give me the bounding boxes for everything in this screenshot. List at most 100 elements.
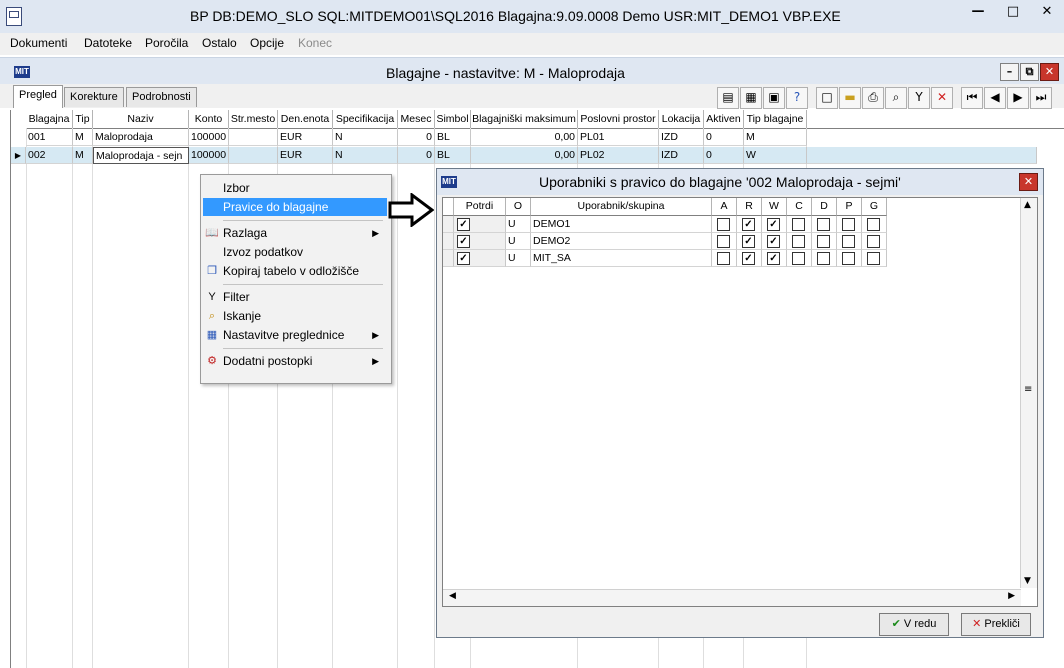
col-r[interactable]: R — [737, 198, 762, 216]
perm-r-checkbox[interactable]: ✓ — [742, 252, 755, 265]
scroll-down-icon[interactable]: ▼ — [1024, 576, 1031, 586]
menu-opcije[interactable]: Opcije — [250, 36, 284, 50]
perm-cell[interactable] — [837, 216, 862, 233]
perm-a-checkbox[interactable] — [717, 235, 730, 248]
col-lokacija[interactable]: Lokacija — [659, 110, 704, 129]
menu-item-filter[interactable]: Y Filter — [203, 288, 387, 306]
table-row-1-naziv[interactable]: Maloprodaja — [93, 129, 189, 146]
perm-cell[interactable] — [787, 216, 812, 233]
new-document-icon[interactable]: □ — [816, 87, 838, 109]
col-blagajniski-maksimum[interactable]: Blagajniški maksimum — [471, 110, 578, 129]
table-row-1-aktiven[interactable]: 0 — [704, 129, 744, 146]
col-w[interactable]: W — [762, 198, 787, 216]
print-icon[interactable]: ⎙ — [862, 87, 884, 109]
table-row-2-den-enota[interactable]: EUR — [278, 147, 333, 164]
maximize-button[interactable]: □ — [996, 3, 1030, 21]
open-folder-icon[interactable]: ▬ — [839, 87, 861, 109]
scroll-thumb-icon[interactable]: ≡ — [1024, 384, 1032, 395]
menu-dokumenti[interactable]: Dokumenti — [10, 36, 67, 50]
last-record-icon[interactable]: ⏭ — [1030, 87, 1052, 109]
col-tip-blagajne[interactable]: Tip blagajne — [744, 110, 807, 129]
table-row-1-tip[interactable]: M — [73, 129, 93, 146]
document-list-icon[interactable]: ▤ — [717, 87, 739, 109]
perm-p-checkbox[interactable] — [842, 252, 855, 265]
perm-c-checkbox[interactable] — [792, 235, 805, 248]
delete-icon[interactable]: ✕ — [931, 87, 953, 109]
table-row-1-den-enota[interactable]: EUR — [278, 129, 333, 146]
chart-icon[interactable]: ▦ — [740, 87, 762, 109]
col-str-mesto[interactable]: Str.mesto — [229, 110, 278, 129]
perm-cell[interactable] — [712, 216, 737, 233]
table-row-1-lokacija[interactable]: IZD — [659, 129, 704, 146]
perm-cell[interactable] — [787, 250, 812, 267]
table-row-2-naziv[interactable]: Maloprodaja - sejn — [93, 147, 189, 164]
table-row-1-konto[interactable]: 100000 — [189, 129, 229, 146]
search-icon[interactable]: ⌕ — [885, 87, 907, 109]
perm-r-checkbox[interactable]: ✓ — [742, 218, 755, 231]
scroll-left-icon[interactable]: ◀ — [449, 591, 456, 601]
mdi-restore-button[interactable]: ⧉ — [1020, 63, 1039, 81]
menu-item-pravice-do-blagajne[interactable]: Pravice do blagajne — [203, 198, 387, 216]
mdi-close-button[interactable]: ✕ — [1040, 63, 1059, 81]
menu-porocila[interactable]: Poročila — [145, 36, 188, 50]
perm-a-checkbox[interactable] — [717, 218, 730, 231]
perm-g-checkbox[interactable] — [867, 235, 880, 248]
perm-r-checkbox[interactable]: ✓ — [742, 235, 755, 248]
potrdi-cell[interactable]: ✓ — [454, 216, 506, 233]
col-uporabnik-skupina[interactable]: Uporabnik/skupina — [531, 198, 712, 216]
potrdi-cell[interactable]: ✓ — [454, 250, 506, 267]
table-row-2-str-mesto[interactable] — [229, 147, 278, 164]
menu-item-dodatni-postopki[interactable]: ⚙ Dodatni postopki ▶ — [203, 352, 387, 370]
table-row-2-specifikacija[interactable]: N — [333, 147, 398, 164]
perm-g-checkbox[interactable] — [867, 252, 880, 265]
tab-pregled[interactable]: Pregled — [13, 85, 63, 108]
perm-cell[interactable] — [812, 250, 837, 267]
scroll-up-icon[interactable]: ▲ — [1024, 200, 1031, 210]
monitor-icon[interactable]: ▣ — [763, 87, 785, 109]
dialog-close-button[interactable]: ✕ — [1019, 173, 1038, 191]
perm-cell[interactable] — [712, 233, 737, 250]
perm-w-checkbox[interactable]: ✓ — [767, 218, 780, 231]
menu-item-izvoz-podatkov[interactable]: Izvoz podatkov — [203, 243, 387, 261]
menu-datoteke[interactable]: Datoteke — [84, 36, 132, 50]
potrdi-checkbox[interactable]: ✓ — [457, 218, 470, 231]
perm-a-checkbox[interactable] — [717, 252, 730, 265]
col-mesec[interactable]: Mesec — [398, 110, 435, 129]
tab-podrobnosti[interactable]: Podrobnosti — [126, 87, 197, 107]
menu-item-izbor[interactable]: Izbor — [203, 179, 387, 197]
mdi-minimize-button[interactable]: – — [1000, 63, 1019, 81]
minimize-button[interactable]: — — [961, 3, 995, 21]
table-row-2-mesec[interactable]: 0 — [398, 147, 435, 164]
perm-cell[interactable]: ✓ — [737, 216, 762, 233]
user-cell[interactable]: DEMO1 — [531, 216, 712, 233]
table-row-1-str-mesto[interactable] — [229, 129, 278, 146]
menu-item-iskanje[interactable]: ⌕ Iskanje — [203, 307, 387, 325]
perm-cell[interactable] — [837, 233, 862, 250]
col-den-enota[interactable]: Den.enota — [278, 110, 333, 129]
perm-cell[interactable]: ✓ — [762, 250, 787, 267]
menu-item-kopiraj-tabelo[interactable]: ❐ Kopiraj tabelo v odložišče — [203, 262, 387, 280]
menu-item-nastavitve-preglednice[interactable]: ▦ Nastavitve preglednice ▶ — [203, 326, 387, 344]
first-record-icon[interactable]: ⏮ — [961, 87, 983, 109]
table-row-2-lokacija[interactable]: IZD — [659, 147, 704, 164]
perm-c-checkbox[interactable] — [792, 252, 805, 265]
user-cell[interactable]: DEMO2 — [531, 233, 712, 250]
horizontal-scrollbar[interactable]: ◀ ▶ — [443, 589, 1021, 606]
col-blagajna[interactable]: Blagajna — [26, 110, 73, 129]
perm-cell[interactable]: ✓ — [762, 216, 787, 233]
perm-w-checkbox[interactable]: ✓ — [767, 235, 780, 248]
perm-c-checkbox[interactable] — [792, 218, 805, 231]
table-row-1-poslovni-prostor[interactable]: PL01 — [578, 129, 659, 146]
ok-button[interactable]: ✔ V redu — [879, 613, 949, 636]
table-row-2-tip[interactable]: M — [73, 147, 93, 164]
perm-cell[interactable] — [837, 250, 862, 267]
table-row-1-tip-blagajne[interactable]: M — [744, 129, 807, 146]
table-row-2-poslovni-prostor[interactable]: PL02 — [578, 147, 659, 164]
permissions-grid[interactable]: Potrdi O Uporabnik/skupina A R W C D P G… — [442, 197, 1038, 607]
col-specifikacija[interactable]: Specifikacija — [333, 110, 398, 129]
col-tip[interactable]: Tip — [73, 110, 93, 129]
col-simbol[interactable]: Simbol — [435, 110, 471, 129]
table-row-1-blagajna[interactable]: 001 — [26, 129, 73, 146]
table-row-1-simbol[interactable]: BL — [435, 129, 471, 146]
perm-d-checkbox[interactable] — [817, 218, 830, 231]
